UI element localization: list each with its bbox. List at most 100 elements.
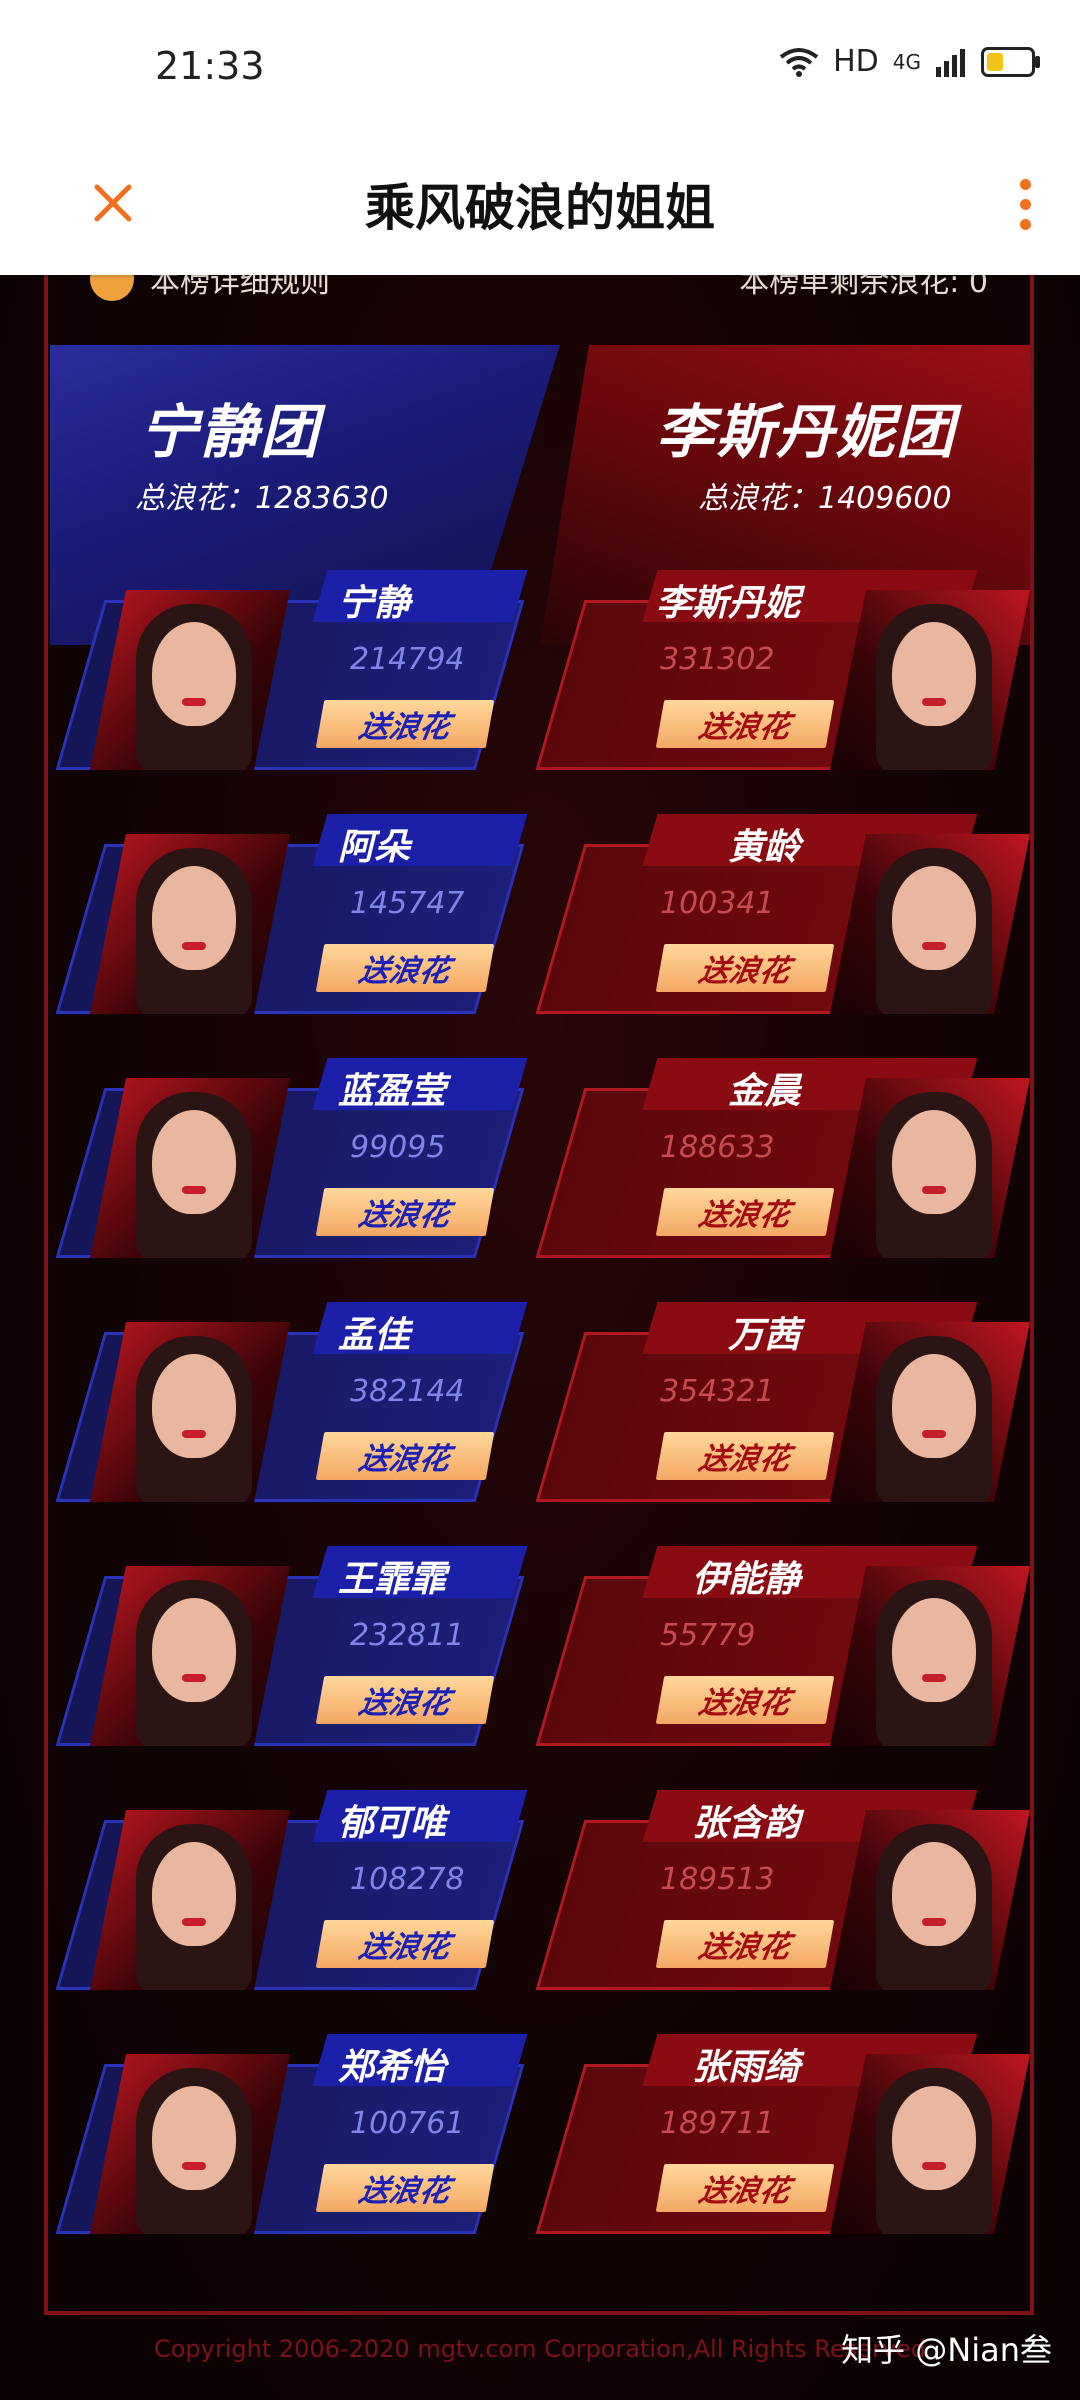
avatar-lips (922, 942, 946, 950)
avatar-lips (182, 1674, 206, 1682)
send-waves-button[interactable]: 送浪花 (655, 2164, 835, 2212)
member-name: 郑希怡 (338, 2047, 447, 2088)
watermark-text: 知乎 @Nian叁 (841, 2331, 1052, 2369)
member-card: 宁静 214794 送浪花 (55, 570, 550, 770)
send-waves-button[interactable]: 送浪花 (655, 1188, 835, 1236)
member-score: 108278 (350, 1862, 465, 1897)
member-score: 100761 (350, 2106, 465, 2141)
member-score: 100341 (660, 886, 775, 921)
avatar-face (152, 2086, 236, 2190)
team-total-right: 总浪花：1409600 (698, 481, 952, 516)
member-name: 张含韵 (691, 1803, 800, 1844)
send-waves-button[interactable]: 送浪花 (315, 700, 495, 748)
member-card: 张雨绮 189711 送浪花 (530, 2034, 1030, 2234)
member-score: 145747 (350, 886, 465, 921)
member-score: 214794 (350, 642, 465, 677)
member-card: 孟佳 382144 送浪花 (55, 1302, 550, 1502)
avatar-face (152, 622, 236, 726)
member-card: 郑希怡 100761 送浪花 (55, 2034, 550, 2234)
member-card: 伊能静 55779 送浪花 (530, 1546, 1030, 1746)
send-waves-button[interactable]: 送浪花 (315, 2164, 495, 2212)
more-dot-icon (1019, 218, 1031, 230)
member-name: 张雨绮 (691, 2047, 800, 2088)
more-options-button[interactable] (1000, 164, 1050, 244)
avatar-face (152, 1598, 236, 1702)
page-title: 乘风破浪的姐姐 (365, 179, 715, 237)
team-name-right: 李斯丹妮团 (656, 398, 957, 466)
member-score: 189711 (660, 2106, 775, 2141)
member-card: 蓝盈莹 99095 送浪花 (55, 1058, 550, 1258)
member-score: 55779 (660, 1618, 756, 1653)
wifi-icon (779, 47, 819, 77)
team-total-left: 总浪花：1283630 (135, 481, 389, 516)
member-score: 232811 (350, 1618, 465, 1653)
avatar-face (892, 1598, 976, 1702)
avatar-lips (182, 1918, 206, 1926)
member-name: 王霏霏 (338, 1559, 447, 1600)
send-waves-button[interactable]: 送浪花 (315, 1432, 495, 1480)
avatar-face (892, 622, 976, 726)
member-name: 蓝盈莹 (338, 1071, 447, 1112)
status-bar: 21:33 HD 4G (0, 0, 1080, 140)
member-name: 黄龄 (727, 827, 800, 868)
member-name: 万茜 (727, 1315, 800, 1356)
avatar-face (892, 1842, 976, 1946)
avatar-face (892, 1354, 976, 1458)
send-waves-button[interactable]: 送浪花 (655, 700, 835, 748)
send-waves-button[interactable]: 送浪花 (315, 944, 495, 992)
send-waves-button[interactable]: 送浪花 (315, 1188, 495, 1236)
ranking-board: 本榜详细规则 本榜单剩余浪花: 0 宁静团 总浪花：1283630 李斯丹妮团 … (0, 275, 1080, 2400)
avatar-lips (922, 698, 946, 706)
avatar-face (892, 1110, 976, 1214)
avatar-lips (922, 1186, 946, 1194)
member-score: 189513 (660, 1862, 775, 1897)
avatar-lips (922, 2162, 946, 2170)
member-name: 金晨 (727, 1071, 800, 1112)
send-waves-button[interactable]: 送浪花 (655, 944, 835, 992)
avatar-face (152, 1842, 236, 1946)
avatar-face (892, 866, 976, 970)
rules-link[interactable]: 本榜详细规则 (90, 275, 330, 301)
avatar-lips (922, 1918, 946, 1926)
send-waves-button[interactable]: 送浪花 (655, 1920, 835, 1968)
member-name: 伊能静 (691, 1559, 800, 1600)
member-card: 万茜 354321 送浪花 (530, 1302, 1030, 1502)
member-score: 99095 (350, 1130, 446, 1165)
avatar-lips (182, 2162, 206, 2170)
status-icons: HD 4G (779, 44, 1040, 79)
member-card: 郁可唯 108278 送浪花 (55, 1790, 550, 1990)
avatar-lips (182, 1186, 206, 1194)
member-card: 张含韵 189513 送浪花 (530, 1790, 1030, 1990)
member-name: 郁可唯 (338, 1803, 447, 1844)
member-card: 阿朵 145747 送浪花 (55, 814, 550, 1014)
avatar-lips (182, 698, 206, 706)
avatar-face (152, 1110, 236, 1214)
avatar-lips (182, 942, 206, 950)
rules-label: 本榜详细规则 (150, 275, 330, 300)
app-bar: 乘风破浪的姐姐 (0, 140, 1080, 275)
member-score: 331302 (660, 642, 775, 677)
send-waves-button[interactable]: 送浪花 (655, 1676, 835, 1724)
battery-icon (981, 46, 1035, 77)
member-card: 黄龄 100341 送浪花 (530, 814, 1030, 1014)
send-waves-button[interactable]: 送浪花 (315, 1676, 495, 1724)
member-card: 王霏霏 232811 送浪花 (55, 1546, 550, 1746)
member-score: 188633 (660, 1130, 775, 1165)
network-label: HD (833, 44, 879, 79)
avatar-face (152, 1354, 236, 1458)
send-waves-button[interactable]: 送浪花 (315, 1920, 495, 1968)
member-name: 李斯丹妮 (655, 583, 800, 624)
send-waves-button[interactable]: 送浪花 (655, 1432, 835, 1480)
remaining-label: 本榜单剩余浪花: 0 (739, 275, 988, 300)
more-dot-icon (1019, 178, 1031, 190)
avatar-lips (922, 1430, 946, 1438)
member-card: 李斯丹妮 331302 送浪花 (530, 570, 1030, 770)
avatar-lips (922, 1674, 946, 1682)
member-card: 金晨 188633 送浪花 (530, 1058, 1030, 1258)
battery-tip (1035, 55, 1040, 68)
member-score: 382144 (350, 1374, 465, 1409)
avatar-face (152, 866, 236, 970)
status-time: 21:33 (155, 44, 265, 88)
info-icon (90, 275, 134, 301)
team-name-left: 宁静团 (140, 398, 321, 466)
